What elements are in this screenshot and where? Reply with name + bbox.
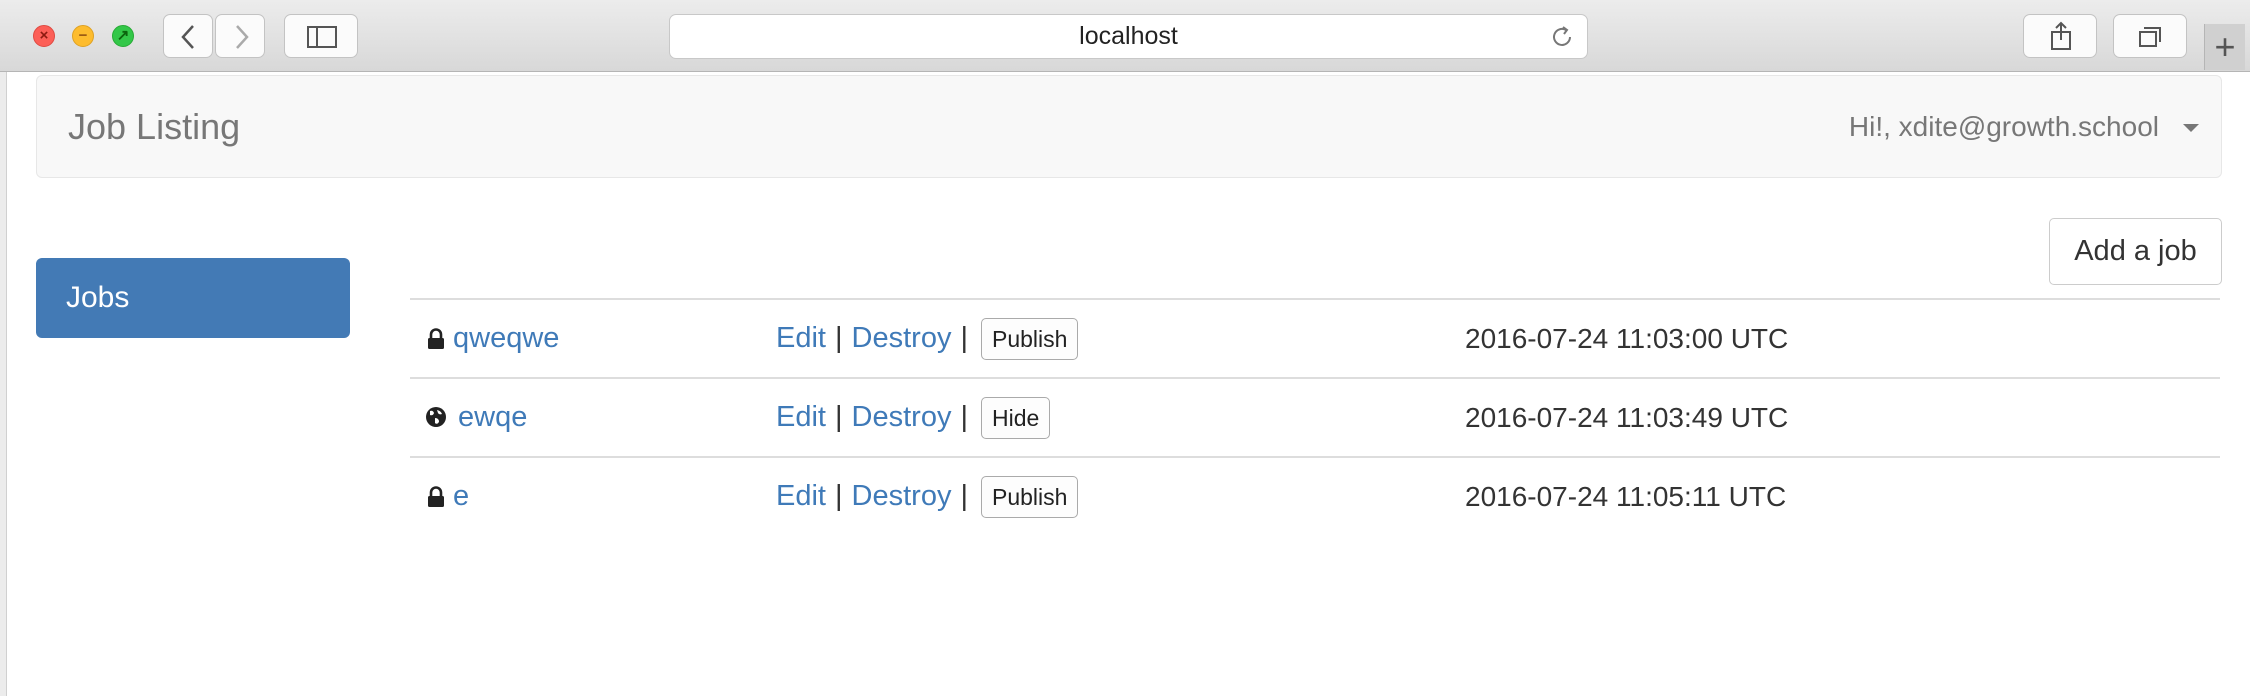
caret-down-icon[interactable]: [2183, 124, 2199, 132]
minimize-icon: −: [78, 27, 88, 44]
separator: |: [834, 480, 843, 512]
separator: |: [960, 401, 968, 433]
address-bar[interactable]: localhost: [669, 14, 1588, 59]
chevron-right-icon: [236, 25, 249, 49]
job-actions: Edit | Destroy | Publish: [776, 300, 1079, 377]
table-row: ewqe Edit | Destroy | Hide 2016-07-24 11…: [410, 379, 2220, 458]
plus-icon: +: [2214, 26, 2236, 67]
table-row: e Edit | Destroy | Publish 2016-07-24 11…: [410, 458, 2220, 535]
job-actions: Edit | Destroy | Hide: [776, 379, 1051, 456]
share-icon: [2051, 21, 2071, 50]
user-menu-toggle[interactable]: Hi!, xdite@growth.school: [1849, 76, 2159, 177]
back-button[interactable]: [163, 14, 213, 58]
separator: |: [960, 322, 968, 354]
destroy-link[interactable]: Destroy: [852, 480, 952, 513]
show-tabs-button[interactable]: [2113, 14, 2187, 58]
job-created-at: 2016-07-24 11:03:00 UTC: [1465, 323, 1789, 354]
edit-link[interactable]: Edit: [776, 401, 826, 434]
sidebar-toggle-button[interactable]: [284, 14, 358, 58]
job-created-at: 2016-07-24 11:05:11 UTC: [1465, 481, 1787, 512]
job-title-link[interactable]: e: [453, 458, 469, 535]
jobs-table: qweqwe Edit | Destroy | Publish 2016-07-…: [410, 298, 2220, 535]
destroy-link[interactable]: Destroy: [852, 322, 952, 355]
navbar: Job Listing Hi!, xdite@growth.school: [36, 75, 2222, 178]
job-created-at: 2016-07-24 11:03:49 UTC: [1465, 402, 1789, 433]
separator: |: [834, 322, 843, 354]
sidebar-item-label: Jobs: [66, 281, 130, 314]
sidebar-icon: [307, 26, 337, 48]
browser-toolbar: × − ↗ localhost +: [0, 0, 2250, 72]
publish-button[interactable]: Publish: [981, 475, 1079, 518]
job-actions: Edit | Destroy | Publish: [776, 458, 1079, 535]
hide-button[interactable]: Hide: [981, 396, 1051, 439]
reload-icon[interactable]: [1549, 24, 1575, 50]
url-text: localhost: [1079, 22, 1178, 50]
separator: |: [960, 480, 968, 512]
new-tab-button[interactable]: +: [2204, 24, 2245, 70]
job-title-link[interactable]: ewqe: [458, 379, 527, 456]
separator: |: [834, 401, 843, 433]
minimize-window-button[interactable]: −: [72, 25, 94, 47]
add-job-button[interactable]: Add a job: [2049, 218, 2222, 285]
tabs-icon: [2139, 27, 2161, 47]
close-window-button[interactable]: ×: [33, 25, 55, 47]
close-icon: ×: [39, 27, 49, 44]
globe-icon: [426, 407, 446, 427]
brand-link[interactable]: Job Listing: [68, 76, 240, 177]
lock-icon: [428, 328, 444, 349]
edit-link[interactable]: Edit: [776, 480, 826, 513]
lock-icon: [428, 486, 444, 507]
share-button[interactable]: [2023, 14, 2097, 58]
fullscreen-icon: ↗: [116, 27, 130, 44]
forward-button[interactable]: [215, 14, 265, 58]
destroy-link[interactable]: Destroy: [852, 401, 952, 434]
job-title-link[interactable]: qweqwe: [453, 300, 559, 377]
edit-link[interactable]: Edit: [776, 322, 826, 355]
table-row: qweqwe Edit | Destroy | Publish 2016-07-…: [410, 300, 2220, 379]
publish-button[interactable]: Publish: [981, 317, 1079, 360]
sidebar-item-jobs[interactable]: Jobs: [36, 258, 350, 338]
fullscreen-window-button[interactable]: ↗: [112, 25, 134, 47]
window-edge: [0, 72, 7, 696]
chevron-left-icon: [181, 25, 194, 49]
